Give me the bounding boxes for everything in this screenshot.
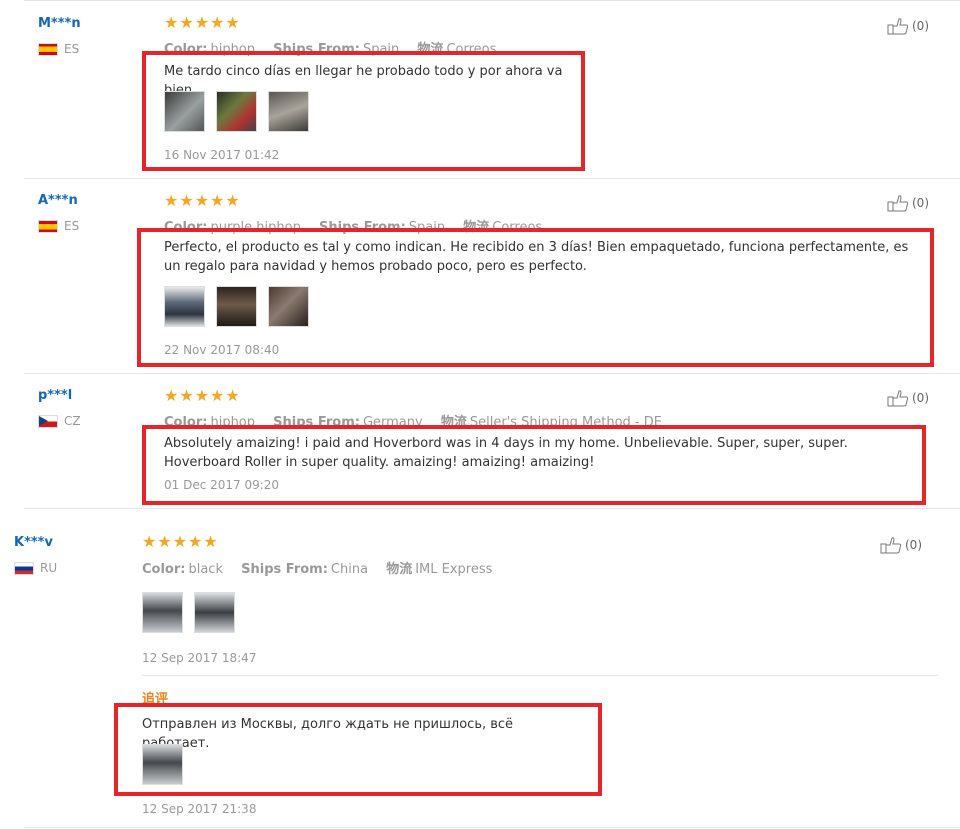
reviewer-country: RU xyxy=(14,561,57,575)
helpful-count: (0) xyxy=(912,391,929,405)
helpful-count: (0) xyxy=(912,19,929,33)
star-rating: ★★★★★ xyxy=(142,532,219,551)
reviewer-country: CZ xyxy=(38,414,81,428)
country-code: ES xyxy=(64,42,80,56)
star-rating: ★★★★★ xyxy=(164,386,241,405)
helpful-button[interactable]: (0) xyxy=(880,536,922,554)
country-code: ES xyxy=(64,219,80,233)
es-flag-icon xyxy=(38,219,58,233)
helpful-button[interactable]: (0) xyxy=(887,194,929,212)
review-divider xyxy=(24,178,960,179)
cz-flag-icon xyxy=(38,414,58,428)
ships-from-label: Ships From: xyxy=(241,562,328,577)
reviewer-name[interactable]: K***v xyxy=(14,535,53,550)
review-divider xyxy=(24,0,960,1)
review-photos xyxy=(142,592,235,633)
es-flag-icon xyxy=(38,42,58,56)
highlight-box xyxy=(142,425,926,505)
highlight-box xyxy=(114,703,602,796)
followup-date: 12 Sep 2017 21:38 xyxy=(142,802,257,816)
review-date: 12 Sep 2017 18:47 xyxy=(142,651,257,665)
highlight-box xyxy=(142,51,585,171)
star-rating: ★★★★★ xyxy=(164,13,241,32)
review-meta: Color: black Ships From: China 物流 IML Expre… xyxy=(142,558,506,577)
thumbs-up-icon xyxy=(887,390,909,407)
helpful-button[interactable]: (0) xyxy=(887,17,929,35)
logistics-value: IML Express xyxy=(415,562,493,577)
country-code: RU xyxy=(40,561,58,575)
review-divider xyxy=(24,508,960,509)
color-value: black xyxy=(188,562,223,577)
thumbs-up-icon xyxy=(887,195,909,212)
helpful-count: (0) xyxy=(912,196,929,210)
ships-from-value: China xyxy=(330,562,369,577)
country-code: CZ xyxy=(64,414,81,428)
thumbs-up-icon xyxy=(887,18,909,35)
helpful-count: (0) xyxy=(905,538,922,552)
reviewer-country: ES xyxy=(38,42,79,56)
reviewer-name[interactable]: M***n xyxy=(38,16,81,31)
color-label: Color: xyxy=(142,562,186,577)
reviewer-country: ES xyxy=(38,219,79,233)
star-rating: ★★★★★ xyxy=(164,191,241,210)
reviewer-name[interactable]: p***l xyxy=(38,388,72,403)
highlight-box xyxy=(137,228,934,367)
ru-flag-icon xyxy=(14,561,34,575)
thumbs-up-icon xyxy=(880,537,902,554)
followup-divider xyxy=(142,675,938,676)
reviewer-name[interactable]: A***n xyxy=(38,193,78,208)
logistics-label: 物流 xyxy=(386,562,413,577)
helpful-button[interactable]: (0) xyxy=(887,389,929,407)
review-photo-thumbnail[interactable] xyxy=(142,592,183,633)
review-photo-thumbnail[interactable] xyxy=(194,592,235,633)
review-divider xyxy=(24,827,960,828)
review-divider xyxy=(24,373,960,374)
